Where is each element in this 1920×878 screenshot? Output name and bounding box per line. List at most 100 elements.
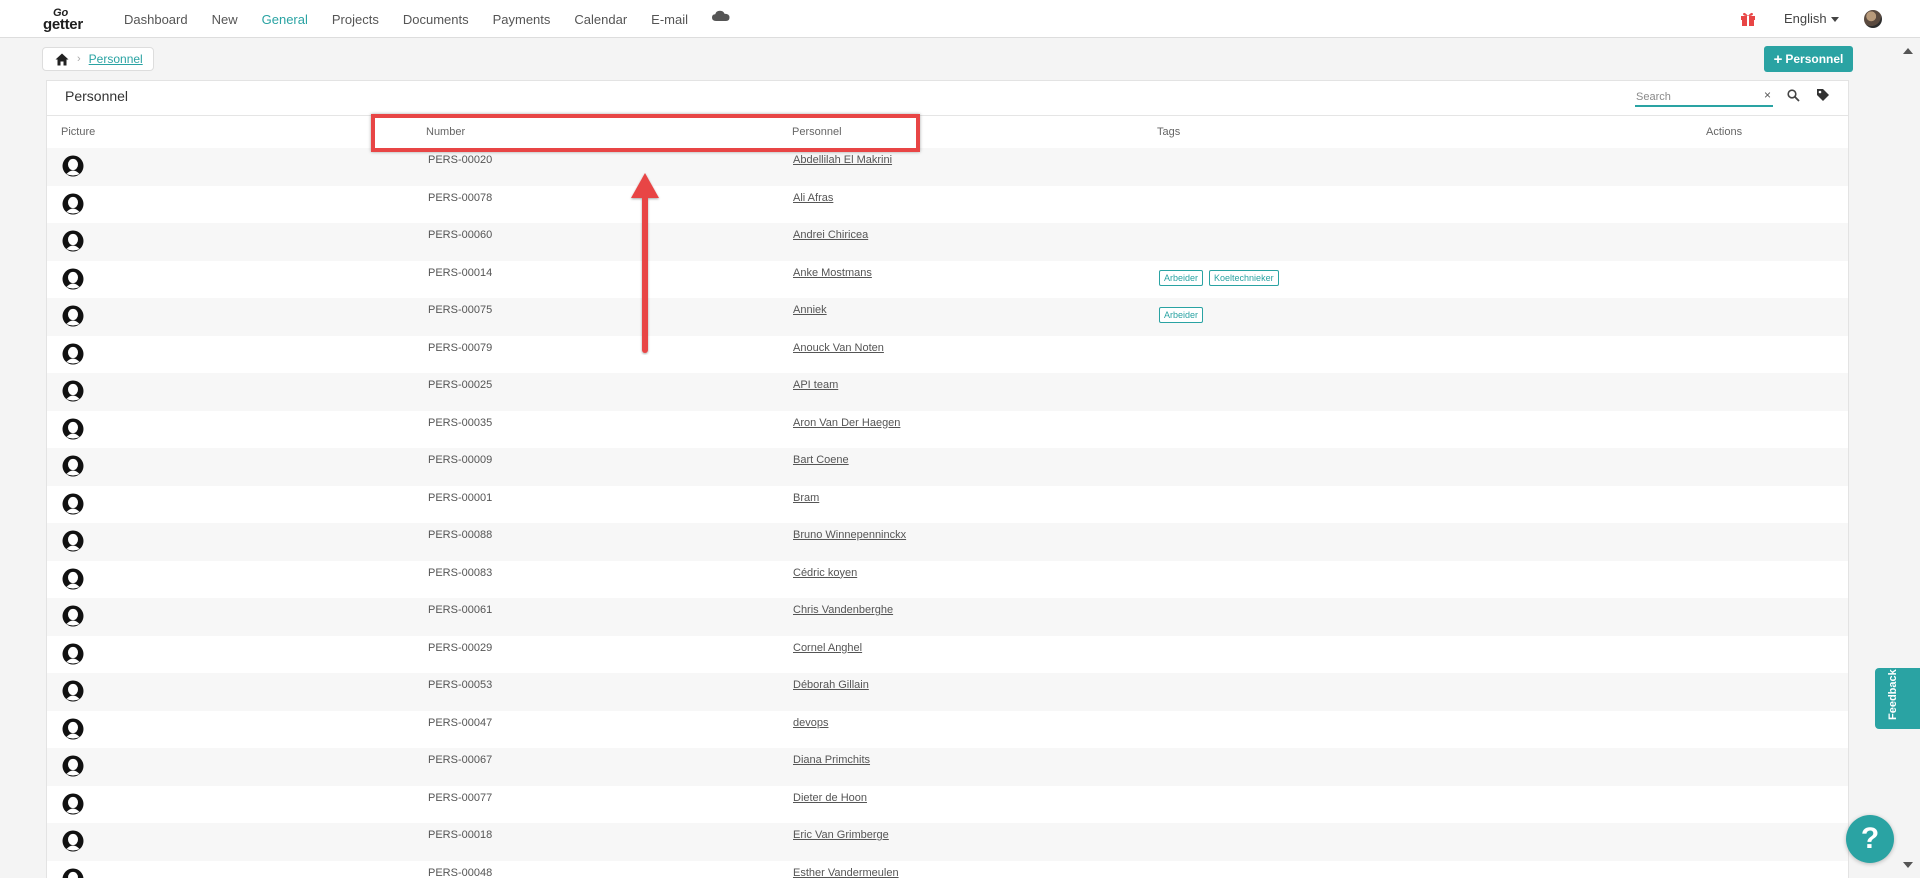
nav-email[interactable]: E-mail [651,12,688,27]
scroll-down-icon[interactable] [1903,862,1913,868]
personnel-name-link[interactable]: devops [793,717,828,729]
main-nav: Dashboard New General Projects Documents… [124,0,730,38]
person-avatar-icon [62,418,84,440]
table-row[interactable]: PERS-00020 Abdellilah El Makrini [47,148,1848,186]
table-row[interactable]: PERS-00078 Ali Afras [47,186,1848,224]
person-avatar-icon [62,155,84,177]
table-row[interactable]: PERS-00018 Eric Van Grimberge [47,823,1848,861]
tag-badge[interactable]: Koeltechnieker [1209,269,1279,286]
person-avatar-icon [62,343,84,365]
clear-search-icon[interactable]: × [1764,88,1771,102]
personnel-number: PERS-00078 [428,191,493,204]
home-icon[interactable] [55,53,69,66]
table-row[interactable]: PERS-00048 Esther Vandermeulen [47,861,1848,878]
plus-icon: + [1773,50,1783,68]
feedback-label: Feedback [1887,669,1899,720]
user-avatar[interactable] [1864,10,1882,28]
search-icon[interactable] [1787,89,1800,102]
table-row[interactable]: PERS-00060 Andrei Chiricea [47,223,1848,261]
feedback-tab[interactable]: Feedback [1875,668,1920,729]
personnel-name-link[interactable]: Anouck Van Noten [793,342,884,354]
personnel-name-link[interactable]: Andrei Chiricea [793,229,868,241]
table-body: PERS-00020 Abdellilah El Makrini PERS-0007… [47,148,1848,878]
table-row[interactable]: PERS-00009 Bart Coene [47,448,1848,486]
personnel-name-link[interactable]: Diana Primchits [793,754,870,766]
person-avatar-icon [62,718,84,740]
language-label: English [1784,11,1827,26]
personnel-name-link[interactable]: Bruno Winnepenninckx [793,529,906,541]
personnel-name-link[interactable]: Déborah Gillain [793,679,869,691]
table-row[interactable]: PERS-00079 Anouck Van Noten [47,336,1848,374]
tag-badge[interactable]: Arbeider [1159,307,1204,323]
personnel-number: PERS-00035 [428,416,493,429]
person-avatar-icon [62,793,84,815]
nav-calendar[interactable]: Calendar [574,12,627,27]
gift-icon[interactable] [1740,11,1756,27]
nav-general[interactable]: General [262,12,308,27]
table-row[interactable]: PERS-00025 API team [47,373,1848,411]
personnel-name-link[interactable]: Anniek [793,304,827,316]
table-row[interactable]: PERS-00061 Chris Vandenberghe [47,598,1848,636]
language-selector[interactable]: English [1784,11,1839,26]
tag-icon[interactable] [1816,88,1830,102]
personnel-name-link[interactable]: Cédric koyen [793,567,857,579]
personnel-name-link[interactable]: Cornel Anghel [793,642,862,654]
table-row[interactable]: PERS-00029 Cornel Anghel [47,636,1848,674]
table-row[interactable]: PERS-00047 devops [47,711,1848,749]
personnel-number: PERS-00060 [428,229,493,241]
cloud-icon[interactable] [712,10,730,22]
nav-new[interactable]: New [212,12,238,27]
nav-dashboard[interactable]: Dashboard [124,12,188,27]
table-row[interactable]: PERS-00075 Anniek Arbeider [47,298,1848,336]
nav-documents[interactable]: Documents [403,12,469,27]
personnel-name-link[interactable]: Abdellilah El Makrini [793,154,892,166]
person-avatar-icon [62,868,84,878]
personnel-name-link[interactable]: Eric Van Grimberge [793,829,889,841]
highlight-box [371,114,920,152]
person-avatar-icon [62,530,84,552]
personnel-number: PERS-00048 [428,866,493,878]
personnel-name-link[interactable]: Chris Vandenberghe [793,604,893,616]
table-row[interactable]: PERS-00035 Aron Van Der Haegen [47,411,1848,449]
search-field: × [1635,87,1773,107]
personnel-name-link[interactable]: Bram [793,492,819,504]
table-row[interactable]: PERS-00088 Bruno Winnepenninckx [47,523,1848,561]
add-personnel-label: Personnel [1785,52,1844,66]
person-avatar-icon [62,605,84,627]
scroll-up-icon[interactable] [1903,48,1913,54]
table-row[interactable]: PERS-00053 Déborah Gillain [47,673,1848,711]
personnel-name-link[interactable]: Bart Coene [793,454,849,466]
nav-projects[interactable]: Projects [332,12,379,27]
caret-down-icon [1830,17,1839,23]
search-input[interactable] [1635,88,1753,106]
person-avatar-icon [62,680,84,702]
personnel-name-link[interactable]: Aron Van Der Haegen [793,417,900,429]
table-header: Picture Number Personnel Tags Actions [47,116,1848,148]
personnel-name-link[interactable]: Anke Mostmans [793,267,872,279]
breadcrumb: › Personnel [42,47,154,71]
page-scrollbar[interactable] [1900,38,1920,878]
header-picture[interactable]: Picture [61,126,95,138]
table-row[interactable]: PERS-00014 Anke Mostmans Arbeider Koeltechn… [47,261,1848,299]
header-tags[interactable]: Tags [1157,126,1180,138]
person-avatar-icon [62,568,84,590]
header-actions: Actions [1706,126,1743,138]
personnel-name-link[interactable]: Ali Afras [793,192,833,204]
personnel-name-link[interactable]: Esther Vandermeulen [793,867,899,878]
help-button[interactable]: ? [1846,815,1894,863]
personnel-name-link[interactable]: API team [793,379,838,391]
table-row[interactable]: PERS-00067 Diana Primchits [47,748,1848,786]
table-row[interactable]: PERS-00077 Dieter de Hoon [47,786,1848,824]
table-row[interactable]: PERS-00001 Bram [47,486,1848,524]
breadcrumb-personnel[interactable]: Personnel [89,52,143,66]
person-avatar-icon [62,193,84,215]
personnel-name-link[interactable]: Dieter de Hoon [793,792,867,804]
tag-badge[interactable]: Arbeider [1159,269,1204,286]
add-personnel-button[interactable]: + Personnel [1764,46,1853,72]
person-avatar-icon [62,643,84,665]
personnel-number: PERS-00018 [428,829,493,841]
nav-payments[interactable]: Payments [493,12,551,27]
person-avatar-icon [62,305,84,327]
table-row[interactable]: PERS-00083 Cédric koyen [47,561,1848,599]
gogetter-logo[interactable]: Go getter [43,7,101,33]
